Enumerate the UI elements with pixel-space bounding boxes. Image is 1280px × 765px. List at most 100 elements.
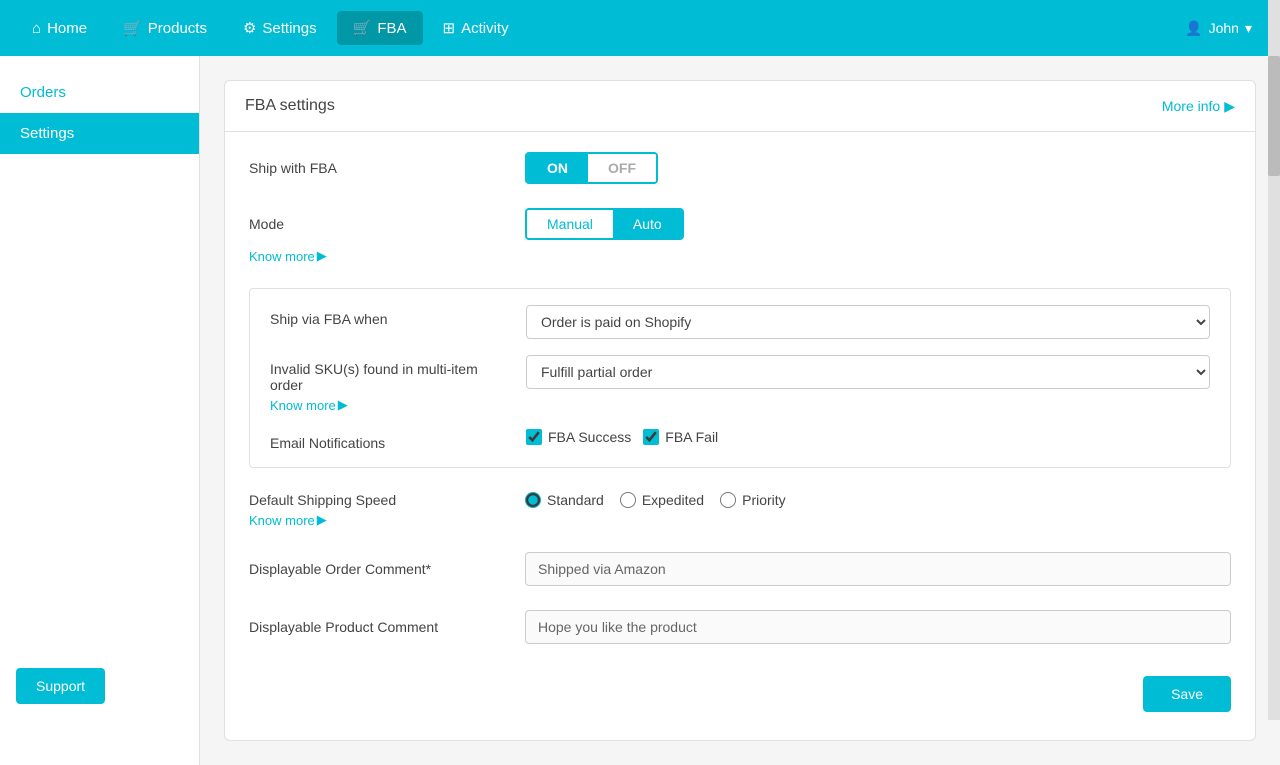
user-icon: 👤	[1185, 20, 1202, 37]
invalid-sku-row: Invalid SKU(s) found in multi-item order…	[270, 355, 1210, 413]
fba-fail-checkbox[interactable]	[643, 429, 659, 445]
mode-auto-button[interactable]: Auto	[613, 210, 682, 238]
nav-fba-label: FBA	[377, 20, 406, 37]
ship-via-dropdown[interactable]: Order is paid on Shopify Order is create…	[526, 305, 1210, 339]
arrow-right-icon: ▶	[1224, 98, 1235, 115]
scrollbar-thumb[interactable]	[1268, 56, 1280, 176]
fba-success-checkbox-label[interactable]: FBA Success	[526, 429, 631, 445]
radio-priority-label[interactable]: Priority	[720, 492, 786, 508]
user-name: John	[1209, 20, 1239, 36]
invalid-sku-control: Fulfill partial order Don't fulfill orde…	[526, 355, 1210, 389]
fba-options-box: Ship via FBA when Order is paid on Shopi…	[249, 288, 1231, 468]
sidebar: Orders Settings	[0, 56, 200, 765]
settings-icon: ⚙	[243, 19, 256, 37]
radio-expedited-text: Expedited	[642, 492, 704, 508]
product-comment-control	[525, 610, 1231, 644]
ship-with-fba-control: ON OFF	[525, 152, 1231, 184]
top-navbar: ⌂ Home 🛒 Products ⚙ Settings 🛒 FBA ⊞ Act…	[0, 0, 1280, 56]
sidebar-item-orders[interactable]: Orders	[0, 72, 199, 113]
products-icon: 🛒	[123, 19, 142, 37]
ship-via-row: Ship via FBA when Order is paid on Shopi…	[270, 305, 1210, 339]
fba-success-label: FBA Success	[548, 429, 631, 445]
ship-fba-toggle: ON OFF	[525, 152, 658, 184]
radio-standard-label[interactable]: Standard	[525, 492, 604, 508]
nav-products[interactable]: 🛒 Products	[107, 11, 223, 45]
sidebar-orders-label: Orders	[20, 84, 66, 101]
card-title: FBA settings	[245, 97, 335, 115]
nav-fba[interactable]: 🛒 FBA	[337, 11, 423, 45]
page-layout: Orders Settings FBA settings More info ▶…	[0, 56, 1280, 765]
fba-fail-label: FBA Fail	[665, 429, 718, 445]
radio-expedited[interactable]	[620, 492, 636, 508]
toggle-off-button[interactable]: OFF	[588, 154, 656, 182]
invalid-sku-label: Invalid SKU(s) found in multi-item order…	[270, 355, 510, 413]
save-button[interactable]: Save	[1143, 676, 1231, 712]
know-more-sku-label: Know more	[270, 398, 336, 413]
nav-products-label: Products	[148, 20, 207, 37]
mode-toggle: Manual Auto	[525, 208, 684, 240]
card-header: FBA settings More info ▶	[225, 81, 1255, 132]
radio-standard[interactable]	[525, 492, 541, 508]
email-notifications-label: Email Notifications	[270, 429, 510, 451]
know-more-mode-icon: ▶	[317, 248, 327, 264]
nav-settings[interactable]: ⚙ Settings	[227, 11, 333, 45]
invalid-sku-dropdown[interactable]: Fulfill partial order Don't fulfill orde…	[526, 355, 1210, 389]
product-comment-row: Displayable Product Comment	[249, 610, 1231, 644]
know-more-sku-icon: ▶	[338, 397, 348, 413]
know-more-shipping-link[interactable]: Know more ▶	[249, 512, 1231, 528]
ship-via-control: Order is paid on Shopify Order is create…	[526, 305, 1210, 339]
email-notifications-row: Email Notifications FBA Success FBA Fail	[270, 429, 1210, 451]
home-icon: ⌂	[32, 20, 41, 37]
sidebar-item-settings[interactable]: Settings	[0, 113, 199, 154]
mode-row: Mode Manual Auto Know more ▶	[249, 208, 1231, 264]
product-comment-input[interactable]	[525, 610, 1231, 644]
nav-activity[interactable]: ⊞ Activity	[427, 11, 525, 45]
order-comment-row: Displayable Order Comment*	[249, 552, 1231, 586]
support-button[interactable]: Support	[16, 668, 105, 704]
radio-priority-text: Priority	[742, 492, 786, 508]
chevron-down-icon: ▾	[1245, 20, 1252, 37]
main-content: FBA settings More info ▶ Ship with FBA O…	[200, 56, 1280, 765]
save-row: Save	[249, 668, 1231, 720]
order-comment-label: Displayable Order Comment*	[249, 561, 509, 577]
toggle-on-button[interactable]: ON	[527, 154, 588, 182]
order-comment-input[interactable]	[525, 552, 1231, 586]
radio-priority[interactable]	[720, 492, 736, 508]
radio-expedited-label[interactable]: Expedited	[620, 492, 704, 508]
know-more-sku-link[interactable]: Know more ▶	[270, 397, 510, 413]
nav-settings-label: Settings	[262, 20, 316, 37]
radio-standard-text: Standard	[547, 492, 604, 508]
user-menu[interactable]: 👤 John ▾	[1173, 12, 1264, 45]
shipping-speed-label: Default Shipping Speed	[249, 492, 509, 508]
nav-home[interactable]: ⌂ Home	[16, 12, 103, 45]
email-checkboxes: FBA Success FBA Fail	[526, 429, 1210, 445]
shipping-radios: Standard Expedited Priority	[525, 492, 1231, 508]
mode-control: Manual Auto	[525, 208, 1231, 240]
activity-icon: ⊞	[443, 19, 456, 37]
know-more-shipping-icon: ▶	[317, 512, 327, 528]
ship-via-label: Ship via FBA when	[270, 305, 510, 327]
sidebar-settings-label: Settings	[20, 125, 74, 142]
ship-with-fba-row: Ship with FBA ON OFF	[249, 152, 1231, 184]
mode-label: Mode	[249, 216, 509, 232]
shipping-speed-control: Standard Expedited Priority	[525, 492, 1231, 508]
more-info-label: More info	[1162, 98, 1220, 114]
mode-inner: Mode Manual Auto	[249, 208, 1231, 240]
shipping-speed-section: Default Shipping Speed Standard Expedite…	[249, 492, 1231, 528]
mode-manual-button[interactable]: Manual	[527, 210, 613, 238]
card-body: Ship with FBA ON OFF Mode Man	[225, 132, 1255, 740]
fba-icon: 🛒	[353, 19, 372, 37]
email-notifications-control: FBA Success FBA Fail	[526, 429, 1210, 445]
scrollbar-track[interactable]	[1268, 0, 1280, 720]
shipping-speed-row: Default Shipping Speed Standard Expedite…	[249, 492, 1231, 508]
fba-success-checkbox[interactable]	[526, 429, 542, 445]
settings-card: FBA settings More info ▶ Ship with FBA O…	[224, 80, 1256, 741]
know-more-mode-link[interactable]: Know more ▶	[249, 248, 327, 264]
nav-activity-label: Activity	[461, 20, 509, 37]
product-comment-label: Displayable Product Comment	[249, 619, 509, 635]
know-more-shipping-label: Know more	[249, 513, 315, 528]
nav-home-label: Home	[47, 20, 87, 37]
ship-with-fba-label: Ship with FBA	[249, 160, 509, 176]
more-info-link[interactable]: More info ▶	[1162, 98, 1235, 115]
fba-fail-checkbox-label[interactable]: FBA Fail	[643, 429, 718, 445]
